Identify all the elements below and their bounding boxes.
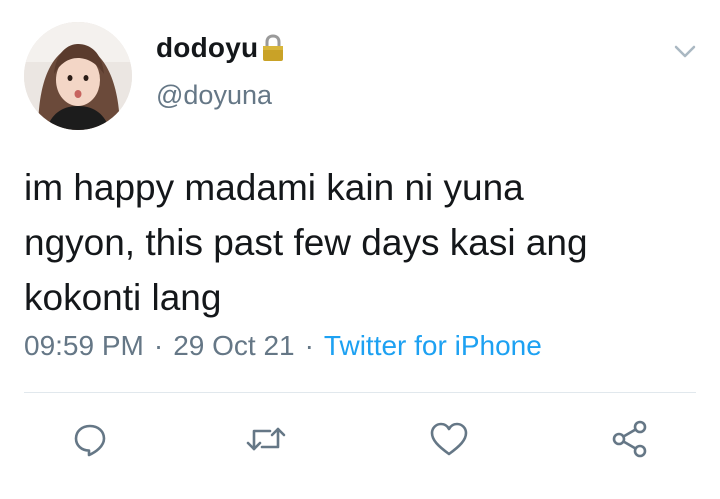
meta-separator: · bbox=[304, 330, 314, 361]
action-bar bbox=[0, 414, 720, 464]
display-name[interactable]: dodoyu bbox=[156, 32, 258, 64]
reply-button[interactable] bbox=[65, 414, 115, 464]
heart-icon bbox=[430, 422, 468, 456]
tweet-meta: 09:59 PM · 29 Oct 21 · Twitter for iPhon… bbox=[24, 330, 542, 362]
share-button[interactable] bbox=[605, 414, 655, 464]
tweet-text: im happy madami kain ni yuna ngyon, this… bbox=[24, 167, 588, 318]
meta-separator: · bbox=[153, 330, 164, 361]
tweet-date: 29 Oct 21 bbox=[173, 330, 295, 361]
retweet-icon bbox=[246, 427, 286, 451]
avatar-image bbox=[24, 22, 132, 130]
reply-icon bbox=[74, 424, 106, 457]
name-row: dodoyu bbox=[156, 32, 286, 64]
user-handle[interactable]: @doyuna bbox=[156, 80, 272, 111]
divider bbox=[24, 392, 696, 393]
tweet-source-link[interactable]: Twitter for iPhone bbox=[324, 330, 542, 362]
share-icon bbox=[612, 420, 647, 458]
like-button[interactable] bbox=[424, 414, 474, 464]
chevron-down-icon[interactable] bbox=[670, 40, 700, 62]
avatar[interactable] bbox=[24, 22, 132, 130]
retweet-button[interactable] bbox=[241, 414, 291, 464]
lock-icon bbox=[260, 33, 286, 63]
tweet-time: 09:59 PM bbox=[24, 330, 144, 361]
